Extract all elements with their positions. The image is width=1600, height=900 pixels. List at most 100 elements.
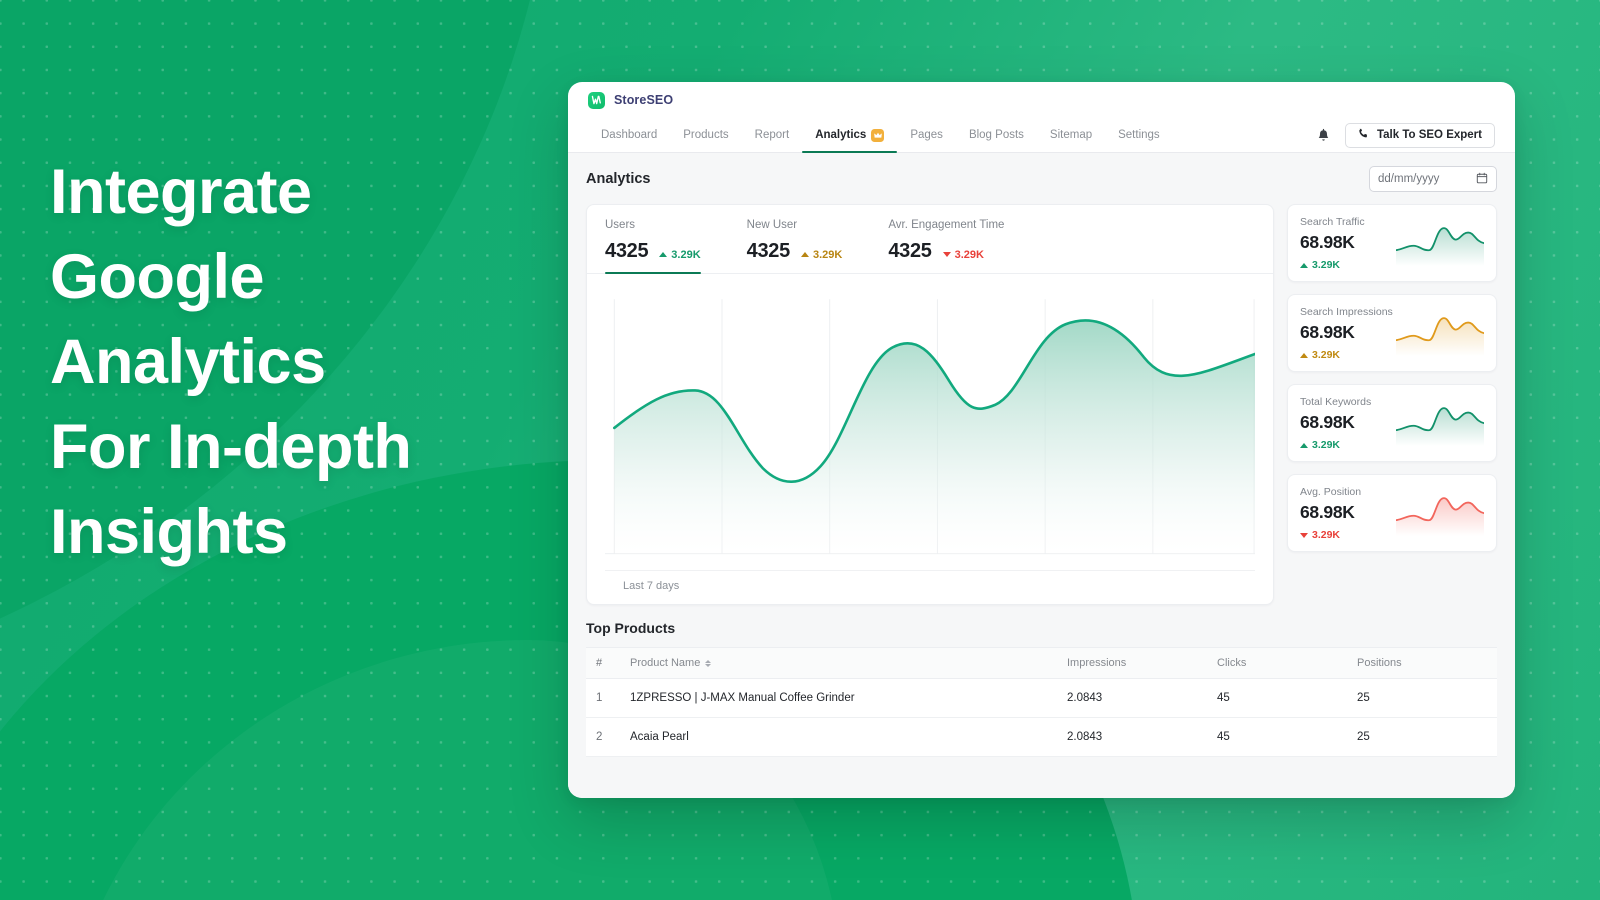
nav-item-report[interactable]: Report bbox=[742, 118, 803, 152]
nav-items: Dashboard Products Report Analytics Page… bbox=[588, 118, 1173, 153]
stat-card-value: 68.98K bbox=[1300, 322, 1355, 342]
nav-label: Report bbox=[754, 129, 790, 141]
column-header-impressions: Impressions bbox=[1057, 647, 1207, 679]
stat-card-delta: 3.29K bbox=[1300, 439, 1390, 451]
cell-impressions: 2.0843 bbox=[1057, 678, 1207, 718]
metric-value: 4325 bbox=[605, 240, 649, 262]
stat-card-search-impressions[interactable]: Search Impressions 68.98K 3.29K bbox=[1287, 294, 1497, 372]
nav-label: Analytics bbox=[815, 129, 867, 141]
talk-to-seo-expert-button[interactable]: Talk To SEO Expert bbox=[1344, 122, 1495, 148]
nav-item-analytics[interactable]: Analytics bbox=[802, 118, 898, 153]
stat-card-delta: 3.29K bbox=[1300, 259, 1390, 271]
talk-to-seo-expert-label: Talk To SEO Expert bbox=[1376, 129, 1482, 141]
trend-down-icon bbox=[942, 252, 951, 257]
top-products-section: Top Products # Product Name Impressions … bbox=[586, 620, 1497, 757]
metric-value: 4325 bbox=[888, 240, 932, 262]
nav-label: Pages bbox=[910, 129, 943, 141]
page-header: Analytics dd/mm/yyyy bbox=[586, 166, 1497, 192]
top-products-table: # Product Name Impressions Clicks Positi… bbox=[586, 647, 1497, 757]
column-header-clicks: Clicks bbox=[1207, 647, 1347, 679]
stat-card-label: Total Keywords bbox=[1300, 396, 1372, 408]
trend-up-icon bbox=[1300, 262, 1308, 268]
cell-positions: 25 bbox=[1347, 678, 1497, 718]
stat-card-search-traffic[interactable]: Search Traffic 68.98K 3.29K bbox=[1287, 204, 1497, 282]
trend-up-icon bbox=[1300, 442, 1308, 448]
nav-label: Products bbox=[683, 129, 729, 141]
nav-label: Dashboard bbox=[601, 129, 658, 141]
sparkline-total-keywords bbox=[1396, 402, 1484, 446]
nav-item-products[interactable]: Products bbox=[670, 118, 741, 152]
brand-bar: StoreSEO bbox=[568, 82, 1515, 118]
sparkline-avg-position bbox=[1396, 492, 1484, 536]
metric-delta: 3.29K bbox=[942, 248, 984, 261]
analytics-row: Users 4325 3.29K New User 4325 3.29K Avr… bbox=[586, 204, 1497, 605]
metric-delta-value: 3.29K bbox=[671, 248, 701, 261]
sort-icon[interactable] bbox=[705, 659, 712, 667]
page-title: Analytics bbox=[586, 171, 651, 187]
cell-product-name: Acaia Pearl bbox=[620, 717, 1057, 757]
metric-delta: 3.29K bbox=[800, 249, 842, 261]
storeseo-logo-icon bbox=[588, 91, 605, 109]
stat-card-label: Avg. Position bbox=[1300, 486, 1362, 498]
column-header-product-name[interactable]: Product Name bbox=[620, 647, 1057, 679]
nav-item-sitemap[interactable]: Sitemap bbox=[1037, 118, 1105, 152]
stat-card-text: Search Traffic 68.98K 3.29K bbox=[1300, 216, 1390, 271]
table-header-row: # Product Name Impressions Clicks Positi… bbox=[586, 647, 1497, 679]
nav-label: Settings bbox=[1118, 129, 1160, 141]
nav-item-blog-posts[interactable]: Blog Posts bbox=[956, 118, 1037, 152]
stat-card-delta-value: 3.29K bbox=[1312, 529, 1341, 541]
table-row[interactable]: 2 Acaia Pearl 2.0843 45 25 bbox=[586, 717, 1497, 757]
metric-row: 4325 3.29K bbox=[888, 240, 1004, 263]
table-body: 1 1ZPRESSO | J-MAX Manual Coffee Grinder… bbox=[586, 678, 1497, 757]
users-area-chart[interactable] bbox=[605, 282, 1255, 570]
metric-value: 4325 bbox=[746, 240, 791, 262]
sparkline-search-traffic bbox=[1396, 222, 1484, 266]
column-header-inner: Product Name bbox=[630, 657, 712, 669]
users-chart-card: Users 4325 3.29K New User 4325 3.29K Avr… bbox=[586, 204, 1274, 605]
date-filter-value: dd/mm/yyyy bbox=[1378, 173, 1440, 185]
column-header-label: Product Name bbox=[630, 657, 701, 669]
nav-item-pages[interactable]: Pages bbox=[897, 118, 956, 152]
metric-delta: 3.29K bbox=[659, 248, 701, 261]
metric-delta-value: 3.29K bbox=[954, 248, 984, 261]
stat-card-total-keywords[interactable]: Total Keywords 68.98K 3.29K bbox=[1287, 384, 1497, 462]
metric-row: 4325 3.29K bbox=[605, 240, 701, 263]
stat-card-avg-position[interactable]: Avg. Position 68.98K 3.29K bbox=[1287, 474, 1497, 552]
calendar-icon[interactable] bbox=[1476, 172, 1488, 187]
metric-tab-new-user[interactable]: New User 4325 3.29K bbox=[747, 205, 843, 273]
hero-headline: Integrate Google Analytics For In-depth … bbox=[50, 157, 412, 567]
chart-wrapper: Last 7 days bbox=[587, 274, 1273, 604]
analytics-side-column: Search Traffic 68.98K 3.29K Search Impre… bbox=[1287, 204, 1497, 552]
pro-crown-icon bbox=[871, 128, 885, 142]
table-row[interactable]: 1 1ZPRESSO | J-MAX Manual Coffee Grinder… bbox=[586, 678, 1497, 718]
analytics-page: Analytics dd/mm/yyyy Users 4325 3.29K Ne… bbox=[568, 153, 1515, 798]
table-head: # Product Name Impressions Clicks Positi… bbox=[586, 647, 1497, 679]
cell-positions: 25 bbox=[1347, 717, 1497, 757]
stat-card-text: Total Keywords 68.98K 3.29K bbox=[1300, 396, 1390, 451]
stat-card-delta: 3.29K bbox=[1300, 529, 1390, 541]
bell-icon[interactable] bbox=[1316, 128, 1331, 143]
sparkline-search-impressions bbox=[1396, 312, 1484, 356]
date-filter-input[interactable]: dd/mm/yyyy bbox=[1369, 166, 1497, 192]
column-header-positions: Positions bbox=[1347, 647, 1497, 679]
brand-name: StoreSEO bbox=[614, 93, 674, 107]
stat-card-delta-value: 3.29K bbox=[1312, 349, 1341, 361]
cell-clicks: 45 bbox=[1207, 678, 1347, 718]
nav-item-settings[interactable]: Settings bbox=[1105, 118, 1173, 152]
metric-tab-users[interactable]: Users 4325 3.29K bbox=[605, 205, 701, 274]
stat-card-text: Search Impressions 68.98K 3.29K bbox=[1300, 306, 1393, 361]
analytics-main-column: Users 4325 3.29K New User 4325 3.29K Avr… bbox=[586, 204, 1274, 605]
column-header-index: # bbox=[586, 647, 620, 679]
nav-item-dashboard[interactable]: Dashboard bbox=[588, 118, 670, 152]
trend-up-icon bbox=[800, 252, 809, 257]
stat-card-delta-value: 3.29K bbox=[1312, 259, 1341, 271]
stat-card-value: 68.98K bbox=[1300, 412, 1355, 432]
metric-tab-engagement-time[interactable]: Avr. Engagement Time 4325 3.29K bbox=[888, 205, 1004, 273]
cell-impressions: 2.0843 bbox=[1057, 717, 1207, 757]
nav-label: Blog Posts bbox=[968, 129, 1024, 141]
stat-card-delta: 3.29K bbox=[1300, 349, 1390, 361]
cell-clicks: 45 bbox=[1207, 717, 1347, 757]
main-navigation: Dashboard Products Report Analytics Page… bbox=[568, 118, 1515, 153]
cell-index: 1 bbox=[586, 678, 620, 718]
app-window: StoreSEO Dashboard Products Report Analy… bbox=[568, 82, 1515, 798]
